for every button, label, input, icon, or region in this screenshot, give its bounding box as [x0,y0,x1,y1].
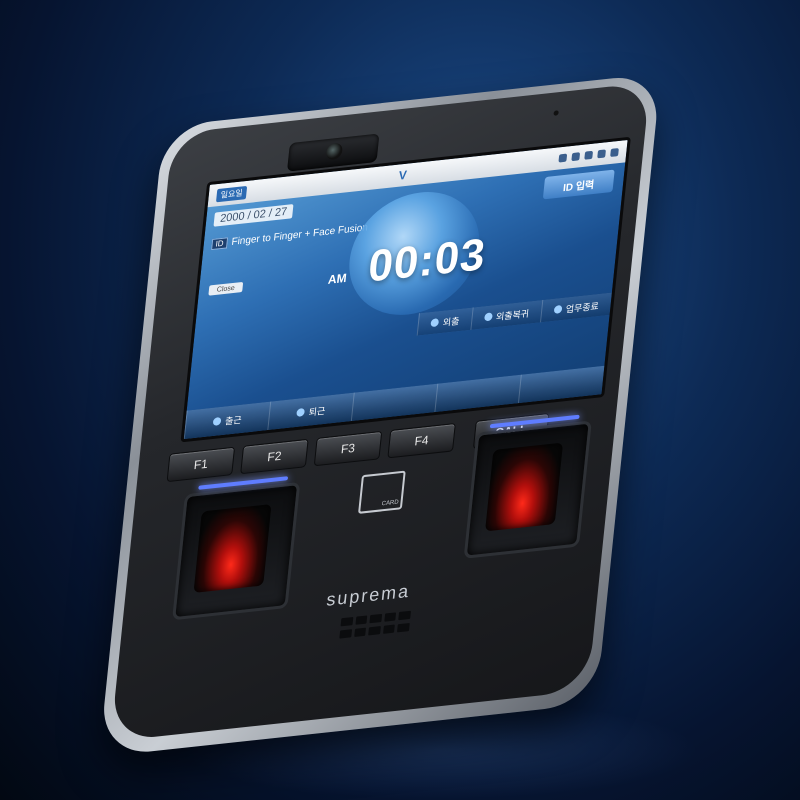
function-clock-in[interactable]: 출근 [183,401,271,440]
function-return-label: 외출복귀 [495,307,530,322]
lock-icon [571,152,581,162]
device-body: 일요일 V 2000 / 02 / 27 ID 입력 ID Finger to … [98,73,662,757]
fingerprint-sensor-left[interactable] [172,476,301,621]
function-clock-out[interactable]: 퇴근 [267,392,354,431]
function-go-out-label: 외출 [442,315,460,328]
function-empty-3[interactable] [517,365,605,404]
speaker-slot [369,613,382,624]
ampm-label: AM [327,270,348,287]
return-icon [483,312,493,322]
speaker-slot [355,615,368,625]
sensor-glass-left [193,504,272,593]
f3-key[interactable]: F3 [313,430,383,467]
status-icons [558,148,619,163]
speaker-slot [397,622,410,632]
settings-icon [584,150,594,160]
speaker-grille [339,610,412,639]
function-clock-out-label: 퇴근 [308,405,326,418]
speaker-slot [368,625,381,635]
speaker-slot [353,627,367,637]
clock-out-icon [296,407,306,417]
auth-mode-label: Finger to Finger + Face Fusion [230,222,369,249]
fingerprint-sensor-right[interactable] [463,414,592,559]
function-go-out[interactable]: 외출 [416,307,473,336]
network-icon [558,153,568,163]
device-face: 일요일 V 2000 / 02 / 27 ID 입력 ID Finger to … [110,82,651,742]
function-empty-2[interactable] [434,374,521,413]
f1-key[interactable]: F1 [166,446,236,483]
function-empty-1[interactable] [350,383,438,422]
f4-key[interactable]: F4 [387,422,456,459]
function-end-work[interactable]: 업무종료 [539,292,612,323]
sensor-glass-right [485,442,564,532]
user-icon [597,149,606,159]
speaker-slot [339,628,352,639]
end-work-icon [553,304,563,314]
id-tag: ID [211,237,229,251]
speaker-slot [382,624,396,634]
microphone-hole [553,110,559,116]
card-reader-icon: CARD [358,470,406,514]
clock-in-icon [212,416,222,426]
speaker-slot [384,612,397,622]
biometric-terminal: 일요일 V 2000 / 02 / 27 ID 입력 ID Finger to … [60,50,700,770]
camera-lens-icon [325,142,344,161]
vendor-logo-icon: V [398,167,408,183]
close-button[interactable]: Close [208,281,244,296]
speaker-slot [398,610,412,621]
auth-mode-row: ID Finger to Finger + Face Fusion [211,222,369,251]
function-clock-in-label: 출근 [224,414,243,427]
touch-screen[interactable]: 일요일 V 2000 / 02 / 27 ID 입력 ID Finger to … [180,136,631,443]
tools-icon [610,148,619,157]
id-input-button[interactable]: ID 입력 [542,169,615,200]
speaker-slot [340,616,353,627]
function-return[interactable]: 외출복귀 [470,300,543,330]
f2-key[interactable]: F2 [240,438,309,475]
brand-logo: suprema [325,580,412,610]
date-display: 2000 / 02 / 27 [213,204,294,227]
function-end-work-label: 업무종료 [565,300,600,315]
day-tag: 일요일 [216,185,248,202]
go-out-icon [430,318,440,328]
status-left: 일요일 [216,185,248,202]
